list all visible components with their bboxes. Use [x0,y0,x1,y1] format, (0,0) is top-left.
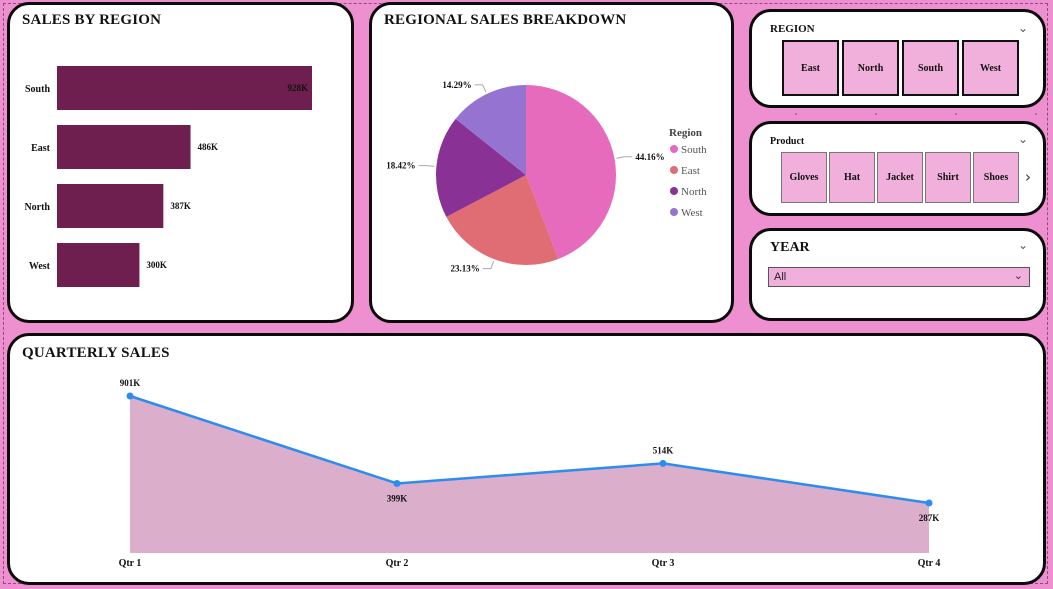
bar[interactable] [57,184,164,228]
pie-leader-line [616,156,633,159]
legend-label: North [681,186,707,198]
area-value-label: 901K [120,378,141,388]
pie-value-label: 14.29% [442,80,471,90]
pie-leader-line [474,84,487,93]
bar-value-label: 928K [287,83,308,93]
legend-marker [670,187,678,195]
area-category-label: Qtr 4 [918,558,941,569]
area-category-label: Qtr 2 [386,558,409,569]
area-value-label: 514K [653,445,674,455]
area-category-label: Qtr 1 [119,558,142,569]
regional-sales-pie-chart[interactable]: 44.16% 23.13% 18.42% 14.29% Region South East N… [372,41,731,321]
product-slicer-title: Product [770,136,805,147]
regional-sales-breakdown-card: REGIONAL SALES BREAKDOWN 44.16% 23.13% 18.… [369,2,734,323]
year-slicer-title: YEAR [770,240,810,255]
region-tile-north[interactable]: North [842,40,899,96]
product-slicer-chevron-icon[interactable]: ⌄ [1018,132,1028,146]
bar-category-label: West [29,261,51,272]
legend-label: South [681,144,707,156]
year-slicer-chevron-icon[interactable]: ⌄ [1018,238,1028,252]
legend-marker [670,208,678,216]
region-slicer-chevron-icon[interactable]: ⌄ [1018,21,1028,35]
legend-label: East [681,165,700,177]
pie-leader-line [418,165,435,167]
bar-category-label: South [25,84,50,95]
year-dropdown[interactable]: All ⌄ [768,267,1030,287]
product-tile-shirt[interactable]: Shirt [925,152,971,203]
product-slicer-next-arrow-icon[interactable]: › [1025,168,1031,186]
pie-legend-title: Region [669,127,702,139]
product-slicer-card: Product ⌄ Gloves Hat Jacket Shirt Shoes › [749,121,1046,216]
product-tile-shoes[interactable]: Shoes [973,152,1019,203]
pie-leader-line [482,260,495,270]
bar[interactable] [57,243,140,287]
quarterly-sales-area-chart[interactable]: 901K Qtr 1 399K Qtr 2 514K Qtr 3 287K Qtr 4 [10,336,1043,582]
area-category-label: Qtr 3 [652,558,675,569]
bar-category-label: East [31,143,51,154]
legend-marker [670,145,678,153]
bar-value-label: 486K [198,142,219,152]
bar-value-label: 387K [170,201,191,211]
region-slicer-title: REGION [770,23,815,35]
area-point[interactable] [393,479,401,487]
area-point[interactable] [659,459,667,467]
pie-value-label: 18.42% [386,161,415,171]
year-slicer-card: YEAR ⌄ All ⌄ [749,228,1046,321]
quarterly-sales-card: QUARTERLY SALES 901K Qtr 1 399K Qtr 2 514K Qt… [7,333,1046,585]
region-slicer-card: REGION ⌄ East North South West [749,9,1046,108]
bar[interactable] [57,125,191,169]
bar[interactable] [57,66,312,110]
bar-category-label: North [24,202,50,213]
year-dropdown-chevron-icon: ⌄ [1013,269,1023,282]
area-point[interactable] [126,392,134,400]
region-tile-west[interactable]: West [962,40,1019,96]
area-value-label: 399K [387,493,408,503]
region-tile-south[interactable]: South [902,40,959,96]
area-point[interactable] [925,499,933,507]
year-dropdown-value: All [774,271,787,283]
bar-value-label: 300K [146,260,167,270]
region-tile-east[interactable]: East [782,40,839,96]
pie-value-label: 44.16% [635,152,664,162]
product-tile-hat[interactable]: Hat [829,152,875,203]
sales-by-region-bar-chart[interactable]: South 928K East 486K North 387K West 300K [10,41,351,321]
product-tile-gloves[interactable]: Gloves [781,152,827,203]
sales-by-region-title: SALES BY REGION [22,12,162,28]
sales-by-region-card: SALES BY REGION South 928K East 486K North 38… [7,2,354,323]
area-value-label: 287K [919,513,940,523]
legend-marker [670,166,678,174]
pie-value-label: 23.13% [451,264,480,274]
legend-label: West [681,207,703,219]
regional-sales-breakdown-title: REGIONAL SALES BREAKDOWN [384,12,627,28]
product-tile-jacket[interactable]: Jacket [877,152,923,203]
